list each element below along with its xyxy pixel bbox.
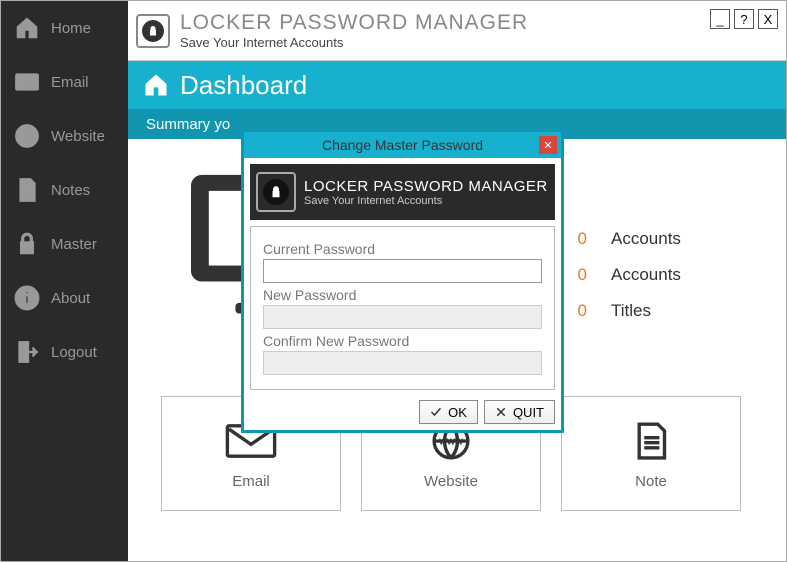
sidebar-item-label: Logout	[51, 344, 97, 361]
card-label: Note	[635, 473, 667, 490]
stat-count: 0	[571, 301, 587, 321]
sidebar: Home Email Website Notes Master About Lo…	[1, 1, 128, 561]
stat-label: Accounts	[611, 265, 681, 285]
logout-icon	[13, 338, 41, 366]
stat-row: 0 Titles	[571, 293, 681, 329]
sidebar-item-website[interactable]: Website	[1, 109, 128, 163]
confirm-password-label: Confirm New Password	[263, 333, 542, 349]
confirm-password-input[interactable]	[263, 351, 542, 375]
stat-count: 0	[571, 229, 587, 249]
dialog-titlebar: Change Master Password ✕	[244, 132, 561, 158]
card-label: Website	[424, 473, 478, 490]
app-title: LOCKER PASSWORD MANAGER	[180, 11, 528, 35]
close-button[interactable]: X	[758, 9, 778, 29]
dialog-body: Current Password New Password Confirm Ne…	[250, 226, 555, 390]
lock-icon	[256, 172, 296, 212]
sidebar-item-label: Home	[51, 20, 91, 37]
current-password-input[interactable]	[263, 259, 542, 283]
email-icon	[13, 68, 41, 96]
current-password-label: Current Password	[263, 241, 542, 257]
stat-row: 0 Accounts	[571, 221, 681, 257]
x-icon	[495, 406, 507, 418]
sidebar-item-about[interactable]: About	[1, 271, 128, 325]
stat-label: Titles	[611, 301, 651, 321]
ok-button-label: OK	[448, 405, 467, 420]
dialog-close-button[interactable]: ✕	[539, 136, 557, 154]
sidebar-item-logout[interactable]: Logout	[1, 325, 128, 379]
dialog-header-subtitle: Save Your Internet Accounts	[304, 195, 548, 207]
notes-icon	[13, 176, 41, 204]
stat-count: 0	[571, 265, 587, 285]
home-icon	[142, 71, 170, 99]
app-logo	[136, 14, 170, 48]
check-icon	[430, 406, 442, 418]
stats-list: 0 Accounts 0 Accounts 0 Titles	[571, 221, 681, 329]
new-password-input[interactable]	[263, 305, 542, 329]
change-master-password-dialog: Change Master Password ✕ LOCKER PASSWORD…	[241, 129, 564, 433]
quit-button-label: QUIT	[513, 405, 544, 420]
card-note[interactable]: Note	[561, 396, 741, 511]
sidebar-item-label: Notes	[51, 182, 90, 199]
sidebar-item-home[interactable]: Home	[1, 1, 128, 55]
app-subtitle: Save Your Internet Accounts	[180, 35, 528, 50]
stat-label: Accounts	[611, 229, 681, 249]
dialog-title-text: Change Master Password	[322, 137, 483, 153]
sidebar-item-label: Master	[51, 236, 97, 253]
home-icon	[13, 14, 41, 42]
help-button[interactable]: ?	[734, 9, 754, 29]
stat-row: 0 Accounts	[571, 257, 681, 293]
new-password-label: New Password	[263, 287, 542, 303]
page-title: Dashboard	[180, 70, 307, 101]
sidebar-item-label: Website	[51, 128, 105, 145]
info-icon	[13, 284, 41, 312]
dialog-header: LOCKER PASSWORD MANAGER Save Your Intern…	[250, 164, 555, 220]
lock-icon	[13, 230, 41, 258]
sidebar-item-notes[interactable]: Notes	[1, 163, 128, 217]
dialog-footer: OK QUIT	[244, 396, 561, 430]
dialog-header-title: LOCKER PASSWORD MANAGER	[304, 178, 548, 195]
ok-button[interactable]: OK	[419, 400, 478, 424]
svg-text:WWW: WWW	[439, 436, 463, 446]
hero-banner: Dashboard	[128, 61, 786, 109]
quit-button[interactable]: QUIT	[484, 400, 555, 424]
note-icon	[624, 417, 678, 465]
topbar: LOCKER PASSWORD MANAGER Save Your Intern…	[128, 1, 786, 61]
sidebar-item-master[interactable]: Master	[1, 217, 128, 271]
minimize-button[interactable]: _	[710, 9, 730, 29]
card-label: Email	[232, 473, 270, 490]
sidebar-item-label: Email	[51, 74, 89, 91]
sidebar-item-email[interactable]: Email	[1, 55, 128, 109]
globe-icon	[13, 122, 41, 150]
sidebar-item-label: About	[51, 290, 90, 307]
